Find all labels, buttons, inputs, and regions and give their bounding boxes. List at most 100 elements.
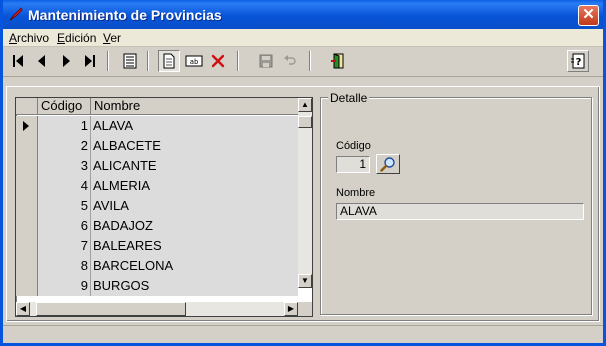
row-indicator[interactable] (16, 136, 38, 156)
grid-header: Código Nombre (16, 98, 298, 115)
table-row[interactable]: 3 ALICANTE (16, 156, 298, 176)
arrow-left-icon: ◀ (19, 304, 27, 313)
row-indicator[interactable] (16, 216, 38, 236)
table-row[interactable]: 5 AVILA (16, 196, 298, 216)
cell-codigo[interactable]: 7 (38, 236, 91, 256)
first-record-icon (13, 55, 23, 67)
menu-archivo[interactable]: Archivo (9, 31, 49, 45)
next-record-icon (63, 55, 70, 67)
vertical-scroll-thumb[interactable] (298, 116, 312, 128)
cell-codigo[interactable]: 8 (38, 256, 91, 276)
exit-door-icon (331, 53, 344, 69)
cell-nombre[interactable]: ALBACETE (91, 136, 298, 156)
close-button[interactable]: ✕ (578, 5, 599, 26)
quill-pen-icon (9, 7, 23, 21)
table-row[interactable]: 1 ALAVA (16, 116, 298, 136)
cell-codigo[interactable]: 9 (38, 276, 91, 296)
cell-nombre[interactable]: BARCELONA (91, 256, 298, 276)
status-bar (3, 325, 603, 343)
column-header-codigo[interactable]: Código (38, 98, 91, 115)
cell-codigo[interactable]: 5 (38, 196, 91, 216)
toolbar-separator (237, 51, 239, 71)
scroll-up-button[interactable]: ▲ (298, 98, 312, 112)
scroll-down-button[interactable]: ▼ (298, 274, 312, 288)
lookup-button[interactable] (376, 154, 400, 174)
row-indicator[interactable] (16, 176, 38, 196)
cell-nombre[interactable]: ALAVA (91, 116, 298, 136)
cell-codigo[interactable]: 2 (38, 136, 91, 156)
row-indicator[interactable] (16, 196, 38, 216)
svg-text:ab: ab (190, 58, 198, 66)
scroll-right-button[interactable]: ▶ (284, 302, 298, 316)
edit-record-button[interactable]: ab (183, 50, 205, 72)
scrollbar-corner (298, 302, 312, 316)
row-indicator[interactable] (16, 256, 38, 276)
delete-button[interactable] (207, 50, 229, 72)
cell-codigo[interactable]: 4 (38, 176, 91, 196)
detail-group-label: Detalle (328, 91, 370, 105)
window-title: Mantenimiento de Provincias (28, 7, 222, 23)
help-icon: ? (571, 53, 585, 69)
previous-record-button[interactable] (31, 50, 53, 72)
cell-nombre[interactable]: BURGOS (91, 276, 298, 296)
table-row[interactable]: 9 BURGOS (16, 276, 298, 296)
cell-nombre[interactable]: ALMERIA (91, 176, 298, 196)
table-row[interactable]: 8 BARCELONA (16, 256, 298, 276)
arrow-down-icon: ▼ (301, 276, 309, 285)
row-indicator[interactable] (16, 156, 38, 176)
last-record-button[interactable] (79, 50, 101, 72)
new-record-icon (163, 53, 175, 69)
previous-record-icon (38, 55, 45, 67)
first-record-button[interactable] (7, 50, 29, 72)
nombre-label: Nombre (336, 187, 376, 199)
menu-edicion[interactable]: Edición (57, 31, 96, 45)
table-row[interactable]: 4 ALMERIA (16, 176, 298, 196)
list-view-button[interactable] (119, 50, 141, 72)
list-view-icon (123, 53, 137, 69)
last-record-icon (85, 55, 95, 67)
new-record-button[interactable] (158, 50, 180, 72)
close-icon: ✕ (582, 6, 595, 23)
menu-ver[interactable]: Ver (103, 31, 121, 45)
exit-button[interactable] (327, 50, 349, 72)
arrow-up-icon: ▲ (301, 100, 309, 109)
row-indicator-header (16, 98, 38, 115)
table-row[interactable]: 2 ALBACETE (16, 136, 298, 156)
table-row[interactable]: 7 BALEARES (16, 236, 298, 256)
codigo-field[interactable]: 1 (336, 156, 370, 173)
codigo-label: Código (336, 140, 371, 152)
cell-codigo[interactable]: 6 (38, 216, 91, 236)
cell-nombre[interactable]: BADAJOZ (91, 216, 298, 236)
title-bar[interactable]: Mantenimiento de Provincias ✕ (3, 0, 603, 29)
current-row-pointer-icon (23, 121, 29, 131)
row-indicator[interactable] (16, 276, 38, 296)
toolbar-separator (147, 51, 149, 71)
column-header-nombre[interactable]: Nombre (91, 98, 298, 115)
row-indicator[interactable] (16, 116, 38, 136)
arrow-right-icon: ▶ (287, 304, 295, 313)
undo-button[interactable] (279, 50, 301, 72)
provinces-grid[interactable]: Código Nombre 1 ALAVA 2 ALBACETE 3 ALICANTE 4 A… (15, 97, 313, 317)
toolbar-separator (309, 51, 311, 71)
svg-text:?: ? (576, 57, 582, 68)
table-row[interactable]: 6 BADAJOZ (16, 216, 298, 236)
nombre-field[interactable]: ALAVA (336, 203, 584, 220)
main-window: Mantenimiento de Provincias ✕ Archivo Ed… (0, 0, 606, 346)
horizontal-scroll-thumb[interactable] (36, 302, 186, 316)
cell-codigo[interactable]: 1 (38, 116, 91, 136)
help-button[interactable]: ? (567, 50, 589, 72)
row-indicator[interactable] (16, 236, 38, 256)
undo-icon (284, 55, 296, 65)
cell-codigo[interactable]: 3 (38, 156, 91, 176)
save-button[interactable] (255, 50, 277, 72)
save-icon (259, 54, 273, 68)
vertical-scrollbar[interactable]: ▲ ▼ (298, 98, 312, 288)
cell-nombre[interactable]: ALICANTE (91, 156, 298, 176)
cell-nombre[interactable]: AVILA (91, 196, 298, 216)
delete-icon (211, 54, 225, 68)
scroll-left-button[interactable]: ◀ (16, 302, 30, 316)
toolbar: ab ? (3, 47, 603, 77)
cell-nombre[interactable]: BALEARES (91, 236, 298, 256)
next-record-button[interactable] (55, 50, 77, 72)
horizontal-scrollbar[interactable]: ◀ ▶ (16, 302, 298, 316)
